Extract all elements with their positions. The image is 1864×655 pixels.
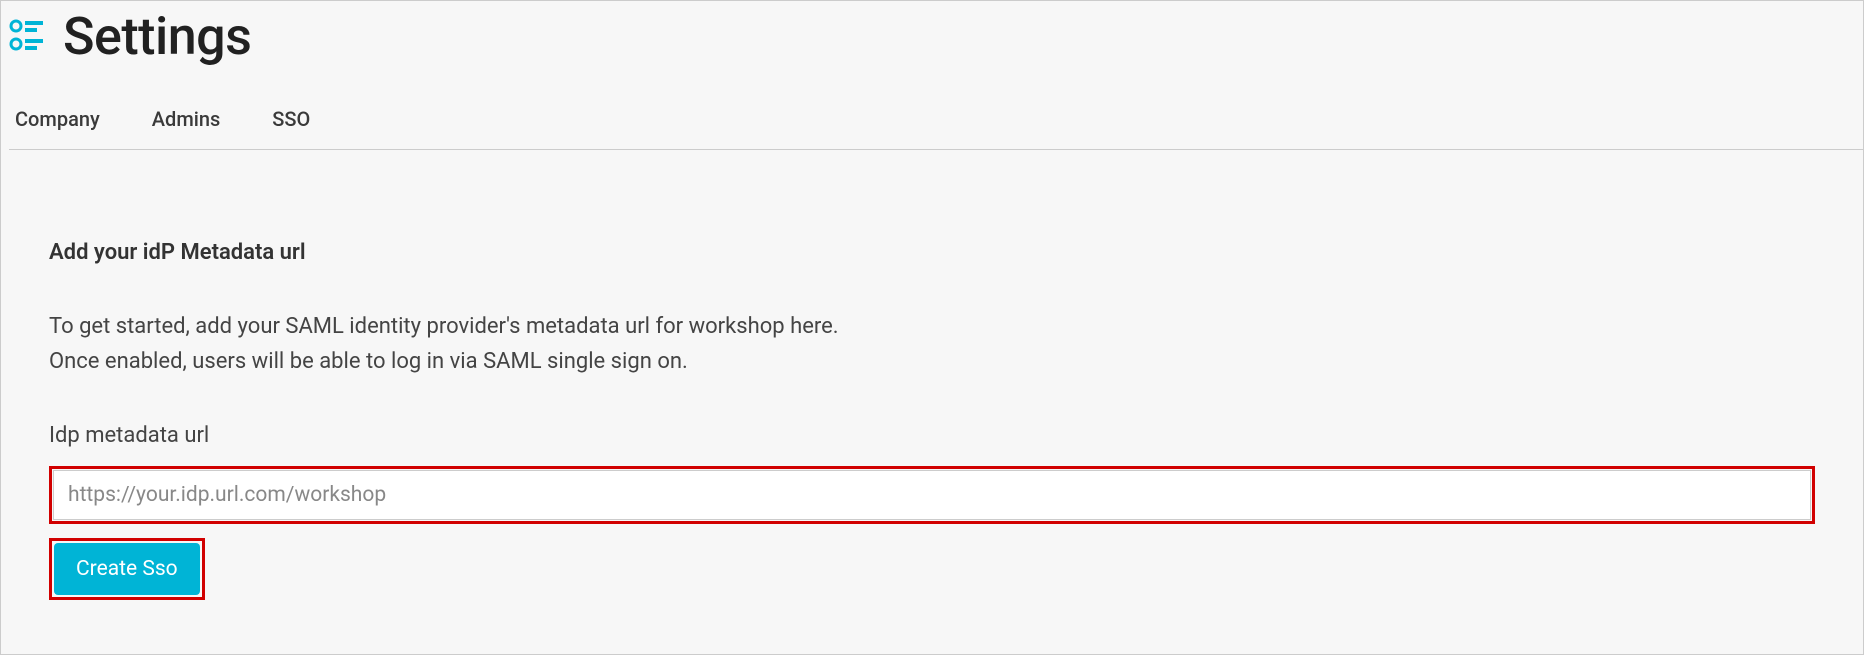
header: Settings Company Admins SSO xyxy=(1,1,1863,150)
idp-url-label: Idp metadata url xyxy=(49,423,1815,448)
settings-page: Settings Company Admins SSO Add your idP… xyxy=(0,0,1864,655)
header-row: Settings xyxy=(9,11,1863,63)
description: To get started, add your SAML identity p… xyxy=(49,309,1815,379)
tab-company[interactable]: Company xyxy=(15,107,100,131)
app-icon xyxy=(9,18,45,52)
tab-sso[interactable]: SSO xyxy=(272,107,310,131)
create-sso-button[interactable]: Create Sso xyxy=(54,543,200,595)
button-highlight-wrapper: Create Sso xyxy=(49,538,205,600)
description-line-2: Once enabled, users will be able to log … xyxy=(49,344,1815,379)
page-title: Settings xyxy=(63,11,251,63)
section-heading: Add your idP Metadata url xyxy=(49,240,1815,265)
idp-metadata-url-input[interactable] xyxy=(53,470,1811,520)
tabs: Company Admins SSO xyxy=(9,63,1863,150)
input-highlight-wrapper xyxy=(49,466,1815,524)
content-panel: Add your idP Metadata url To get started… xyxy=(1,150,1863,640)
tab-admins[interactable]: Admins xyxy=(152,107,220,131)
description-line-1: To get started, add your SAML identity p… xyxy=(49,309,1815,344)
